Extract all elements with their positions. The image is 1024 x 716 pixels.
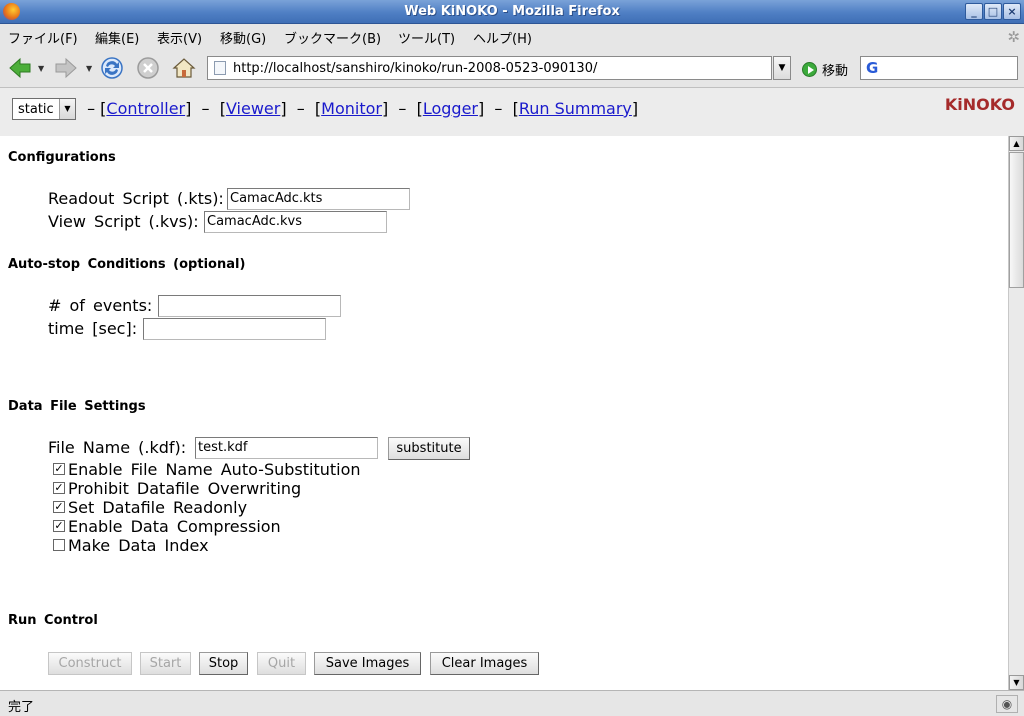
forward-button[interactable]: [52, 54, 80, 82]
page-content: Configurations Readout Script (.kts): Ca…: [0, 136, 1008, 690]
menu-bookmarks[interactable]: ブックマーク(B): [284, 28, 381, 47]
menu-bar: ファイル(F) 編集(E) 表示(V) 移動(G) ブックマーク(B) ツール(…: [0, 24, 1024, 48]
readout-script-input[interactable]: CamacAdc.kts: [227, 188, 410, 210]
window-titlebar: Web KiNOKO - Mozilla Firefox _ □ ×: [0, 0, 1024, 24]
search-input[interactable]: G: [860, 56, 1018, 80]
readonly-label: Set Datafile Readonly: [68, 498, 248, 517]
minimize-icon[interactable]: _: [965, 3, 983, 20]
home-button[interactable]: [170, 54, 198, 82]
start-button[interactable]: Start: [140, 652, 191, 675]
page-icon: [214, 61, 226, 75]
menu-tools[interactable]: ツール(T): [398, 28, 455, 47]
auto-substitution-label: Enable File Name Auto-Substitution: [68, 460, 361, 479]
menu-edit[interactable]: 編集(E): [95, 28, 139, 47]
reload-icon: [101, 57, 123, 79]
activity-throbber-icon: ✲: [1007, 28, 1020, 46]
window-title: Web KiNOKO - Mozilla Firefox: [404, 4, 620, 19]
scroll-down-icon[interactable]: ▼: [1009, 675, 1024, 690]
events-label: # of events:: [48, 296, 153, 315]
filename-label: File Name (.kdf):: [48, 438, 187, 457]
page-header: static ▼ – [Controller] – [Viewer] – [Mo…: [0, 88, 1024, 136]
link-viewer[interactable]: Viewer: [226, 99, 280, 118]
clear-images-button[interactable]: Clear Images: [430, 652, 539, 675]
connection-status-icon: ◉: [996, 695, 1018, 713]
stop-button[interactable]: [134, 54, 162, 82]
section-title-run-control: Run Control: [8, 613, 98, 628]
section-title-autostop: Auto-stop Conditions (optional): [8, 257, 246, 272]
chevron-down-icon: ▼: [59, 99, 75, 119]
substitute-button[interactable]: substitute: [388, 437, 470, 460]
scroll-up-icon[interactable]: ▲: [1009, 136, 1024, 151]
link-controller[interactable]: Controller: [106, 99, 185, 118]
go-button[interactable]: 移動: [802, 60, 848, 79]
stop-button-run[interactable]: Stop: [199, 652, 248, 675]
maximize-icon[interactable]: □: [984, 3, 1002, 20]
back-arrow-icon: [9, 57, 31, 79]
reload-button[interactable]: [98, 54, 126, 82]
compression-checkbox[interactable]: ✓: [53, 520, 65, 532]
menu-file[interactable]: ファイル(F): [8, 28, 78, 47]
kinoko-logo: KiNOKO: [944, 95, 1015, 114]
data-index-label: Make Data Index: [68, 536, 209, 555]
mode-select[interactable]: static ▼: [12, 98, 76, 120]
google-search-icon: G: [866, 59, 879, 77]
url-history-dropdown[interactable]: ▼: [773, 56, 791, 80]
forward-arrow-icon: [55, 57, 77, 79]
back-history-dropdown-icon[interactable]: ▼: [38, 64, 44, 73]
stop-icon: [137, 57, 159, 79]
readonly-checkbox[interactable]: ✓: [53, 501, 65, 513]
time-label: time [sec]:: [48, 319, 138, 338]
navigation-toolbar: ▼ ▼ http://localhost/sanshiro/kinoko/run…: [0, 48, 1024, 88]
vertical-scrollbar[interactable]: ▲ ▼: [1008, 136, 1024, 690]
save-images-button[interactable]: Save Images: [314, 652, 421, 675]
scroll-thumb[interactable]: [1009, 152, 1024, 288]
link-monitor[interactable]: Monitor: [321, 99, 382, 118]
link-run-summary[interactable]: Run Summary: [519, 99, 632, 118]
quit-button[interactable]: Quit: [257, 652, 306, 675]
home-icon: [172, 58, 196, 78]
back-button[interactable]: [6, 54, 34, 82]
go-arrow-icon: [802, 62, 817, 77]
go-label: 移動: [822, 64, 849, 79]
url-text: http://localhost/sanshiro/kinoko/run-200…: [233, 61, 598, 76]
data-index-checkbox[interactable]: [53, 539, 65, 551]
section-title-datafile: Data File Settings: [8, 399, 146, 414]
view-script-input[interactable]: CamacAdc.kvs: [204, 211, 387, 233]
compression-label: Enable Data Compression: [68, 517, 281, 536]
close-icon[interactable]: ×: [1003, 3, 1021, 20]
filename-input[interactable]: test.kdf: [195, 437, 378, 459]
menu-view[interactable]: 表示(V): [157, 28, 202, 47]
view-script-label: View Script (.kvs):: [48, 212, 199, 231]
prohibit-overwriting-checkbox[interactable]: ✓: [53, 482, 65, 494]
page-nav-links: – [Controller] – [Viewer] – [Monitor] – …: [82, 99, 639, 118]
link-logger[interactable]: Logger: [423, 99, 478, 118]
forward-history-dropdown-icon[interactable]: ▼: [86, 64, 92, 73]
url-bar[interactable]: http://localhost/sanshiro/kinoko/run-200…: [207, 56, 772, 80]
auto-substitution-checkbox[interactable]: ✓: [53, 463, 65, 475]
status-text: 完了: [8, 700, 35, 715]
prohibit-overwriting-label: Prohibit Datafile Overwriting: [68, 479, 302, 498]
events-input[interactable]: [158, 295, 341, 317]
construct-button[interactable]: Construct: [48, 652, 132, 675]
menu-help[interactable]: ヘルプ(H): [473, 28, 532, 47]
time-input[interactable]: [143, 318, 326, 340]
menu-go[interactable]: 移動(G): [220, 28, 266, 47]
section-title-configurations: Configurations: [8, 150, 116, 165]
status-bar: 完了 ◉: [0, 690, 1024, 716]
mode-select-value: static: [18, 102, 54, 117]
readout-script-label: Readout Script (.kts):: [48, 189, 224, 208]
